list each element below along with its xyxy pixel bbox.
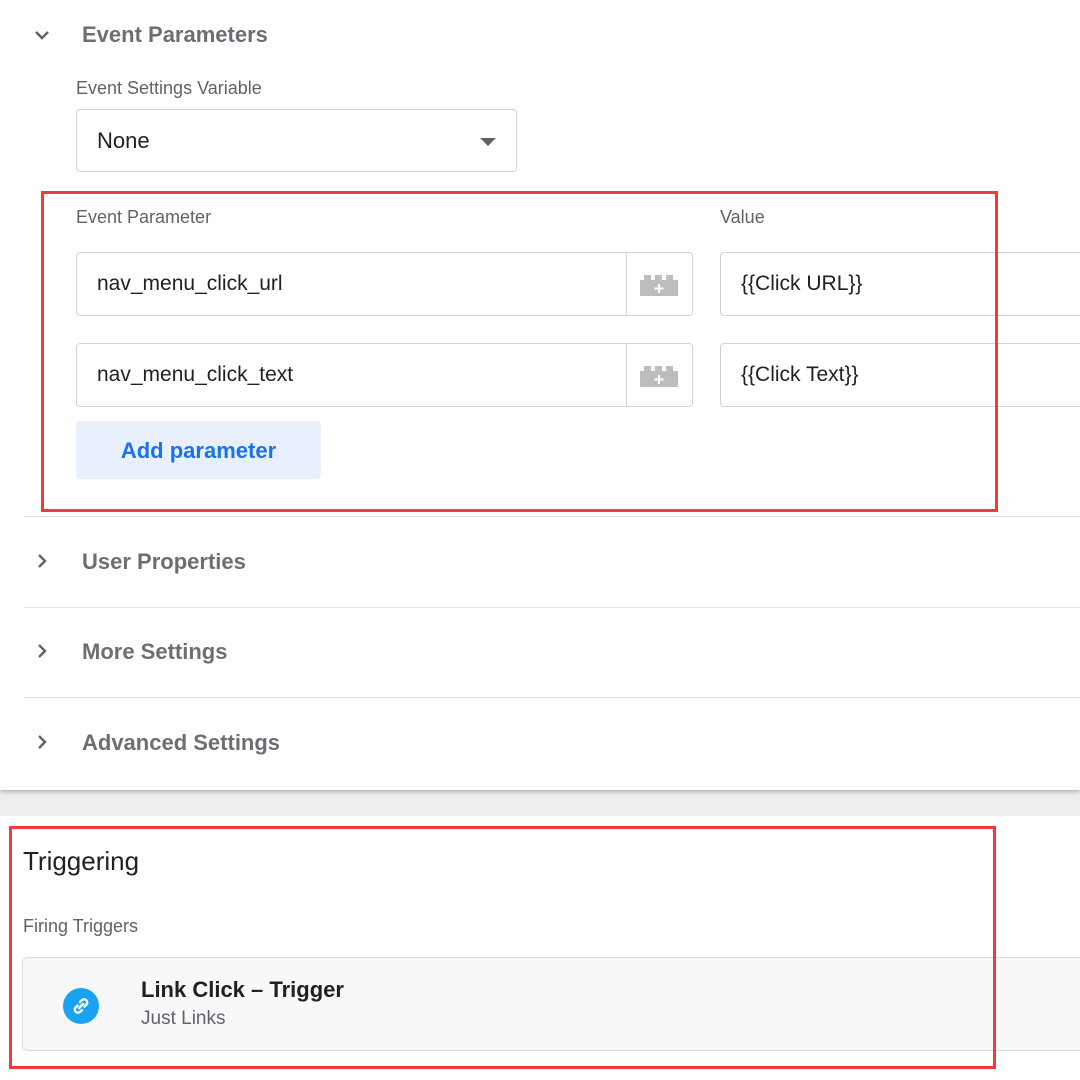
select-value: None (97, 128, 150, 153)
parameter-name-value: nav_menu_click_text (97, 363, 294, 386)
trigger-name: Link Click – Trigger (141, 977, 344, 1002)
parameter-name-value: nav_menu_click_url (97, 272, 283, 295)
parameter-value-field[interactable]: {{Click Text}} (720, 343, 1080, 407)
divider (24, 516, 1080, 517)
parameter-value-field[interactable]: {{Click URL}} (720, 252, 1080, 316)
add-parameter-button[interactable]: Add parameter (76, 421, 321, 479)
parameter-name-field[interactable]: nav_menu_click_url (76, 252, 693, 316)
chevron-right-icon[interactable] (30, 639, 54, 663)
firing-triggers-label: Firing Triggers (23, 916, 139, 936)
chevron-right-icon[interactable] (30, 730, 54, 754)
chevron-down-icon[interactable] (30, 23, 54, 47)
trigger-item[interactable]: Link Click – Trigger Just Links (22, 957, 1080, 1051)
chevron-right-icon[interactable] (30, 549, 54, 573)
parameter-value-text: {{Click Text}} (741, 363, 859, 386)
variable-picker-icon (640, 366, 678, 387)
variable-picker-button[interactable] (626, 344, 692, 406)
user-properties-section[interactable]: User Properties (82, 549, 246, 575)
trigger-type: Just Links (141, 1008, 226, 1029)
event-parameters-title[interactable]: Event Parameters (82, 22, 268, 48)
more-settings-section[interactable]: More Settings (82, 639, 227, 665)
event-parameter-header: Event Parameter (76, 207, 212, 227)
dropdown-arrow-icon (480, 138, 496, 146)
divider (24, 607, 1080, 608)
add-parameter-label: Add parameter (120, 438, 277, 463)
triggering-title: Triggering (23, 846, 140, 876)
value-header: Value (720, 207, 765, 227)
parameter-name-field[interactable]: nav_menu_click_text (76, 343, 693, 407)
event-settings-variable-label: Event Settings Variable (76, 78, 262, 98)
variable-picker-icon (640, 275, 678, 296)
divider (24, 697, 1080, 698)
tag-configuration-card: Event Parameters Event Settings Variable… (0, 0, 1080, 790)
link-icon (63, 988, 99, 1024)
card-gap (0, 790, 1080, 816)
advanced-settings-section[interactable]: Advanced Settings (82, 730, 280, 756)
parameter-value-text: {{Click URL}} (741, 272, 863, 295)
event-settings-variable-select[interactable]: None (76, 109, 517, 172)
variable-picker-button[interactable] (626, 253, 692, 315)
